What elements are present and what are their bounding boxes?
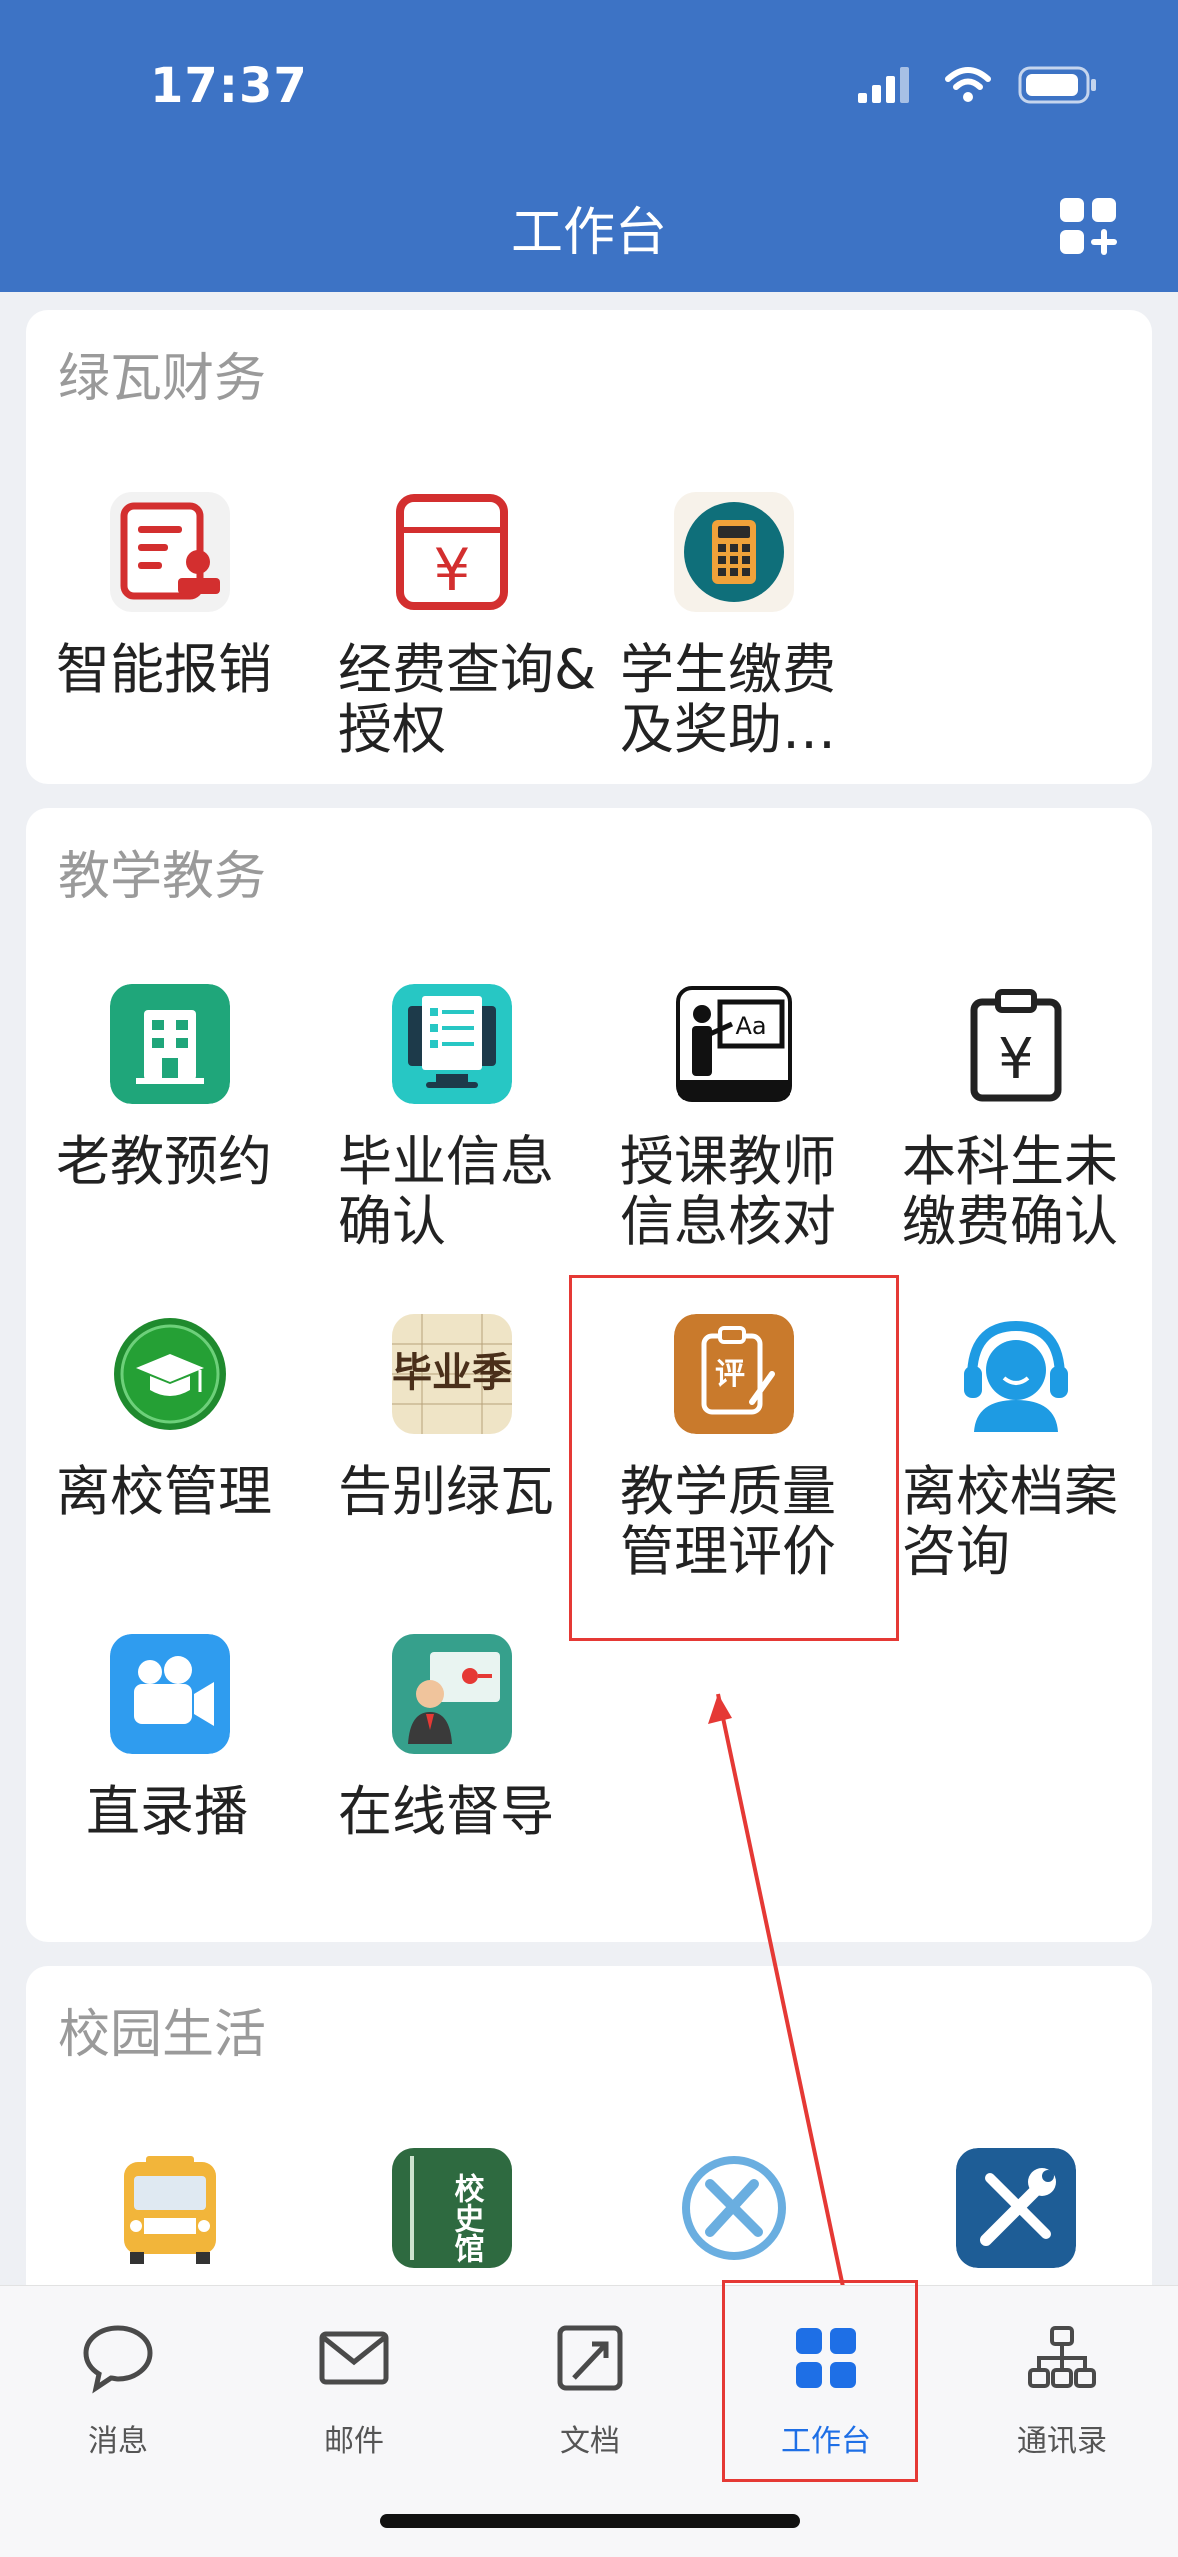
app-label: 离校管理 bbox=[56, 1460, 272, 1523]
app-label: 本科生未缴费确认 bbox=[902, 1130, 1118, 1253]
graduation-cap-icon bbox=[110, 1314, 230, 1434]
chat-bubble-icon bbox=[83, 2325, 153, 2394]
app-label: 直录播 bbox=[86, 1780, 248, 1843]
section-title: 绿瓦财务 bbox=[58, 349, 267, 409]
tab-label: 消息 bbox=[88, 2424, 148, 2459]
building-icon bbox=[110, 984, 230, 1104]
app-label: 老教预约 bbox=[56, 1130, 272, 1193]
calculator-icon bbox=[674, 492, 794, 612]
school-bus-icon bbox=[110, 2148, 230, 2268]
home-indicator[interactable] bbox=[380, 2514, 800, 2528]
app-label: 智能报销 bbox=[56, 638, 272, 701]
customer-service-icon bbox=[956, 1314, 1076, 1434]
section-title: 校园生活 bbox=[58, 2005, 267, 2065]
app-label: 经费查询&授权 bbox=[338, 638, 597, 761]
app-label: 授课教师信息核对 bbox=[620, 1130, 836, 1253]
status-icons bbox=[858, 66, 1098, 104]
wrench-screwdriver-icon bbox=[956, 2148, 1076, 2268]
page-title: 工作台 bbox=[510, 203, 667, 263]
school-history-icon: 校史馆 bbox=[392, 2148, 512, 2268]
fund-query-icon: ¥ bbox=[392, 492, 512, 612]
signal-icon bbox=[858, 67, 909, 103]
battery-icon bbox=[1018, 66, 1096, 104]
add-app-icon[interactable] bbox=[1058, 196, 1118, 256]
school-history-art-text: 校史馆 bbox=[449, 2172, 485, 2264]
document-icon bbox=[557, 2325, 623, 2391]
app-label: 在线督导 bbox=[338, 1780, 554, 1843]
tab-mail[interactable]: 邮件 bbox=[236, 2286, 472, 2486]
section-finance: 绿瓦财务 智能报销 ¥ 经费查询&授权 学生缴费及奖助… bbox=[26, 310, 1152, 784]
tab-documents[interactable]: 文档 bbox=[472, 2286, 708, 2486]
section-title: 教学教务 bbox=[58, 847, 267, 907]
tab-contacts[interactable]: 通讯录 bbox=[944, 2286, 1178, 2486]
tab-highlight-box bbox=[722, 2280, 918, 2482]
farewell-icon: 毕业季 bbox=[392, 1314, 512, 1434]
svg-text:Aa: Aa bbox=[735, 1012, 766, 1040]
svg-text:¥: ¥ bbox=[998, 1027, 1034, 1092]
graduation-info-icon bbox=[392, 984, 512, 1104]
teacher-blackboard-icon: Aa bbox=[674, 984, 794, 1104]
svg-text:¥: ¥ bbox=[434, 536, 471, 604]
annotation-arrow bbox=[708, 1693, 852, 2321]
video-camera-icon bbox=[110, 1634, 230, 1754]
wifi-icon bbox=[945, 67, 991, 102]
online-supervision-icon bbox=[392, 1634, 512, 1754]
app-label: 告别绿瓦 bbox=[338, 1460, 554, 1523]
reimbursement-icon bbox=[110, 492, 230, 612]
tab-messages[interactable]: 消息 bbox=[0, 2286, 236, 2486]
tab-label: 邮件 bbox=[324, 2424, 384, 2459]
section-campus-life: 校园生活 校史馆 bbox=[26, 1966, 1152, 2285]
app-header: 17:37 工作台 bbox=[0, 0, 1178, 292]
highlight-box bbox=[569, 1275, 899, 1641]
app-label: 学生缴费及奖助… bbox=[620, 638, 836, 761]
mail-icon bbox=[319, 2331, 389, 2385]
tab-label: 文档 bbox=[560, 2424, 620, 2459]
status-time: 17:37 bbox=[150, 58, 308, 114]
tab-label: 通讯录 bbox=[1017, 2424, 1107, 2459]
farewell-art-text: 毕业季 bbox=[392, 1349, 512, 1396]
org-chart-icon bbox=[1028, 2326, 1096, 2388]
clipboard-yen-icon: ¥ bbox=[956, 984, 1076, 1104]
app-label: 离校档案咨询 bbox=[902, 1460, 1118, 1583]
app-label: 毕业信息确认 bbox=[338, 1130, 554, 1253]
